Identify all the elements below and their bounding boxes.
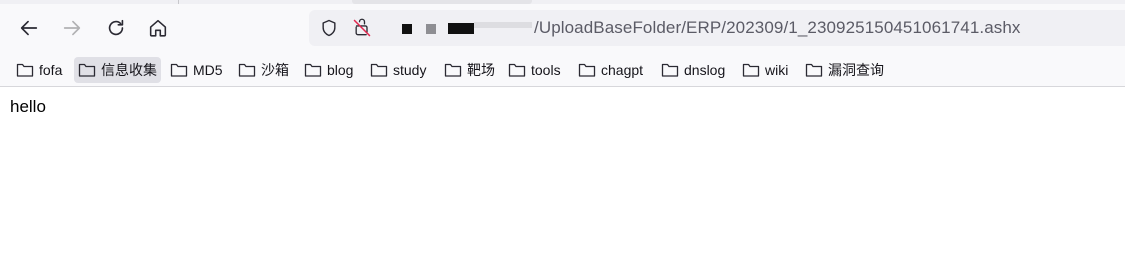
folder-icon	[805, 63, 823, 77]
bookmark-label: wiki	[765, 62, 789, 78]
redacted-host-block	[426, 24, 436, 34]
bookmark-folder-md5[interactable]: MD5	[166, 57, 227, 83]
bookmark-folder-fofa[interactable]: fofa	[12, 57, 66, 83]
bookmark-folder-sandbox[interactable]: 沙箱	[234, 57, 293, 83]
reload-icon	[108, 19, 124, 36]
redacted-host-block	[448, 23, 474, 34]
bookmark-folder-info-gathering[interactable]: 信息收集	[74, 57, 161, 83]
active-tab-edge[interactable]	[352, 0, 532, 4]
bookmark-folder-chagpt[interactable]: chagpt	[574, 57, 647, 83]
tab-strip-edge	[0, 0, 1125, 4]
folder-icon	[16, 63, 34, 77]
browser-chrome: /UploadBaseFolder/ERP/202309/1_230925150…	[0, 0, 1125, 87]
folder-icon	[170, 63, 188, 77]
page-body-text: hello	[10, 97, 46, 116]
folder-icon	[238, 63, 256, 77]
folder-icon	[508, 63, 526, 77]
folder-icon	[578, 63, 596, 77]
bookmark-folder-range[interactable]: 靶场	[440, 57, 499, 83]
bookmark-label: 信息收集	[101, 62, 157, 78]
bookmark-folder-tools[interactable]: tools	[504, 57, 565, 83]
bookmark-label: chagpt	[601, 62, 644, 78]
back-button[interactable]	[15, 14, 43, 42]
forward-button[interactable]	[58, 14, 86, 42]
bookmark-label: dnslog	[684, 62, 726, 78]
home-icon	[149, 19, 167, 37]
folder-icon	[304, 63, 322, 77]
url-path-text[interactable]: /UploadBaseFolder/ERP/202309/1_230925150…	[534, 18, 1021, 38]
bookmark-label: tools	[531, 62, 561, 78]
bookmark-label: 沙箱	[261, 62, 289, 78]
arrow-left-icon	[20, 20, 38, 36]
bookmarks-toolbar: fofa 信息收集 MD5 沙箱 blog study 靶场 tools cha…	[0, 54, 1125, 84]
bookmark-folder-wiki[interactable]: wiki	[738, 57, 792, 83]
folder-icon	[370, 63, 388, 77]
folder-icon	[444, 63, 462, 77]
page-content: hello	[0, 88, 1125, 271]
bookmark-folder-blog[interactable]: blog	[300, 57, 357, 83]
tab-separator	[178, 0, 179, 4]
bookmark-label: study	[393, 62, 427, 78]
arrow-right-icon	[63, 20, 81, 36]
reload-button[interactable]	[102, 14, 130, 42]
shield-icon[interactable]	[319, 18, 339, 38]
bookmark-label: MD5	[193, 62, 223, 78]
redacted-host-block	[474, 22, 532, 28]
bookmark-label: blog	[327, 62, 354, 78]
folder-icon	[78, 63, 96, 77]
bookmark-folder-dnslog[interactable]: dnslog	[657, 57, 729, 83]
bookmark-label: 漏洞查询	[828, 62, 884, 78]
home-button[interactable]	[144, 14, 172, 42]
bookmark-label: fofa	[39, 62, 63, 78]
folder-icon	[661, 63, 679, 77]
bookmark-folder-study[interactable]: study	[366, 57, 430, 83]
redacted-host-block	[402, 24, 412, 34]
bookmark-label: 靶场	[467, 62, 495, 78]
folder-icon	[742, 63, 760, 77]
camera-blocked-icon[interactable]	[352, 18, 372, 38]
bookmark-folder-vuln-lookup[interactable]: 漏洞查询	[801, 57, 888, 83]
